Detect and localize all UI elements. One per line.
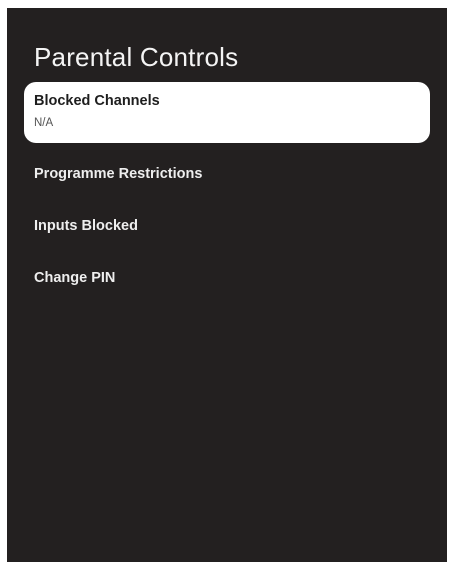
menu-item-blocked-channels[interactable]: Blocked Channels N/A xyxy=(24,82,430,143)
menu-item-value: N/A xyxy=(34,117,54,129)
menu-item-change-pin[interactable]: Change PIN xyxy=(24,259,430,311)
menu-item-label: Programme Restrictions xyxy=(34,166,203,182)
menu-item-label: Inputs Blocked xyxy=(34,218,138,234)
parental-controls-menu: Blocked Channels N/A Programme Restricti… xyxy=(24,82,430,311)
page-title: Parental Controls xyxy=(34,42,239,72)
menu-item-programme-restrictions[interactable]: Programme Restrictions xyxy=(24,155,430,207)
menu-item-label: Change PIN xyxy=(34,270,116,286)
menu-item-inputs-blocked[interactable]: Inputs Blocked xyxy=(24,207,430,259)
tv-settings-screen: Parental Controls Blocked Channels N/A P… xyxy=(7,8,447,562)
menu-item-label: Blocked Channels xyxy=(34,93,160,109)
